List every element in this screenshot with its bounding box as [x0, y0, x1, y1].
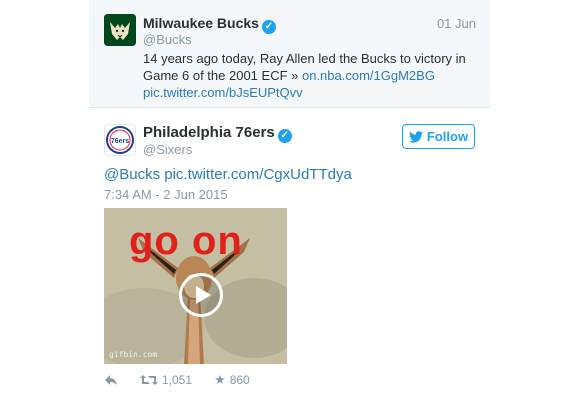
- reply-icon: [105, 375, 117, 385]
- tweet-user-handle[interactable]: @Sixers: [143, 142, 192, 157]
- tweet-pic-link[interactable]: pic.twitter.com/CgxUdTTdya: [164, 166, 352, 183]
- tweet-user-name-text[interactable]: Philadelphia 76ers: [143, 124, 275, 141]
- quoted-tweet-link[interactable]: on.nba.com/1GgM2BG: [302, 68, 435, 83]
- bucks-logo-icon[interactable]: [104, 14, 136, 46]
- retweet-icon: [140, 375, 158, 385]
- quoted-user-handle[interactable]: @Bucks: [143, 32, 192, 47]
- verified-badge-icon: ✓: [261, 20, 276, 34]
- tweet-embed: Milwaukee Bucks ✓ @Bucks 01 Jun 14 years …: [89, 0, 490, 400]
- quoted-tweet-text: 14 years ago today, Ray Allen led the Bu…: [143, 50, 473, 101]
- sixers-logo-icon[interactable]: 76ers: [104, 124, 136, 156]
- star-icon: ★: [214, 372, 226, 387]
- follow-button[interactable]: Follow: [402, 124, 475, 149]
- bird-icon: [408, 130, 423, 143]
- quoted-tweet-date[interactable]: 01 Jun: [437, 16, 476, 31]
- retweet-count: 1,051: [162, 373, 193, 387]
- play-icon[interactable]: [179, 273, 223, 317]
- quoted-tweet[interactable]: Milwaukee Bucks ✓ @Bucks 01 Jun 14 years …: [89, 0, 490, 108]
- tweet-text: @Bucks pic.twitter.com/CgxUdTTdya: [104, 166, 352, 183]
- tweet-media-gif[interactable]: go on gifbin.com: [104, 208, 287, 364]
- sixers-logo-text: 76ers: [111, 138, 129, 145]
- tweet-mention-link[interactable]: @Bucks: [104, 166, 160, 183]
- quoted-user-name-text[interactable]: Milwaukee Bucks: [143, 15, 259, 31]
- reply-button[interactable]: [104, 374, 118, 386]
- favorite-button[interactable]: ★ 860: [214, 373, 250, 387]
- tweet-user-name[interactable]: Philadelphia 76ers ✓: [143, 124, 292, 143]
- tweet-timestamp[interactable]: 7:34 AM - 2 Jun 2015: [104, 187, 228, 202]
- retweet-button[interactable]: 1,051: [140, 373, 192, 387]
- favorite-count: 860: [229, 373, 250, 387]
- quoted-tweet-pic-link[interactable]: pic.twitter.com/bJsEUPtQvv: [143, 85, 303, 100]
- follow-button-label: Follow: [426, 129, 469, 144]
- tweet-actions: 1,051 ★ 860: [104, 371, 272, 389]
- gif-watermark: gifbin.com: [109, 350, 158, 359]
- gif-caption-text: go on: [129, 219, 243, 263]
- verified-badge-icon: ✓: [277, 129, 292, 143]
